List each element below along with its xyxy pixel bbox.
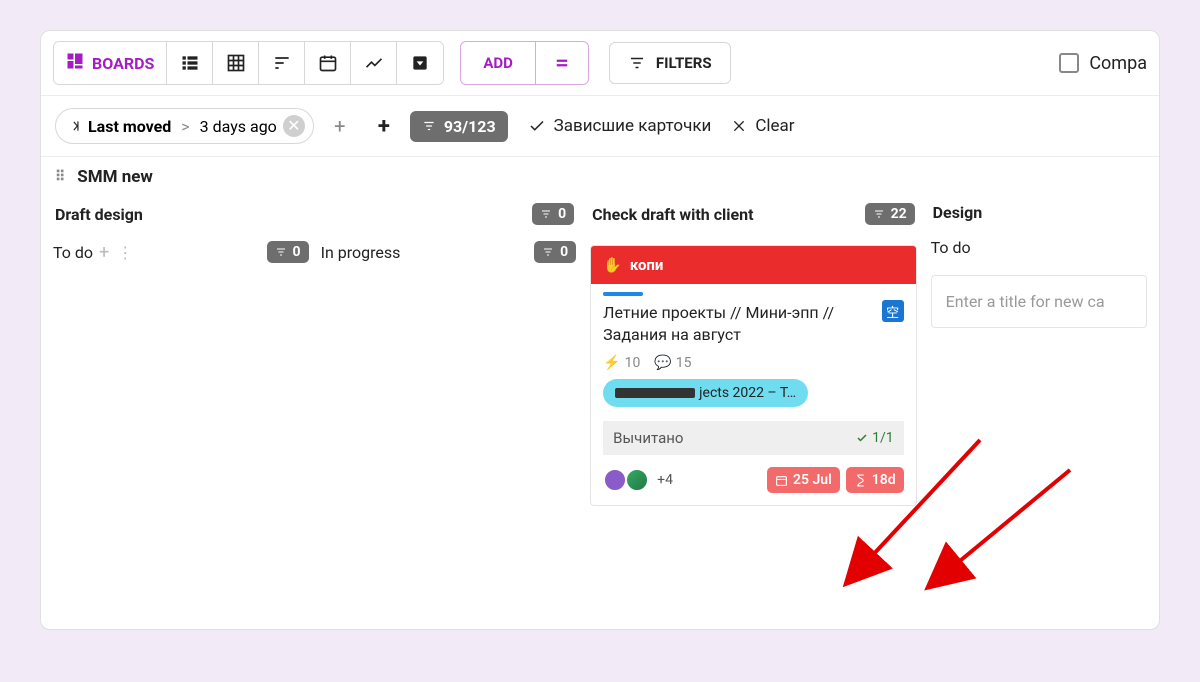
filters-button[interactable]: FILTERS — [609, 42, 731, 84]
view-sort-button[interactable] — [259, 42, 305, 84]
view-grid-button[interactable] — [213, 42, 259, 84]
column-draft-design: Draft design 0 To do + ⋮ — [53, 197, 576, 506]
column-title: Check draft with client — [592, 205, 753, 224]
compare-toggle[interactable]: Compa — [1059, 53, 1147, 74]
view-chart-button[interactable] — [351, 42, 397, 84]
subcolumn-header[interactable]: To do + ⋮ 0 — [53, 237, 309, 267]
due-date-badge[interactable]: 25 Jul — [767, 467, 840, 493]
age-text: 18d — [872, 472, 896, 488]
age-badge[interactable]: 18d — [846, 467, 904, 493]
new-card-input[interactable]: Enter a title for new ca — [931, 275, 1147, 328]
card-tag[interactable]: jects 2022 – T… — [603, 379, 808, 407]
close-icon[interactable]: ✕ — [283, 115, 305, 137]
filter-chip[interactable]: Last moved > 3 days ago ✕ — [55, 108, 314, 144]
board-header: ⠿ SMM new — [41, 157, 1159, 197]
card-progress — [591, 284, 915, 296]
checklist-row[interactable]: Вычитано 1/1 — [603, 421, 903, 455]
subcolumn-count-badge: 0 — [534, 241, 576, 263]
card-tag-row: jects 2022 – T… — [591, 375, 915, 411]
subcolumn-title: To do — [931, 238, 971, 257]
filter-count-badge[interactable]: 93/123 — [410, 111, 508, 142]
card-meta: ⚡ 10 💬 15 — [591, 345, 915, 375]
subcolumn-count-badge: 0 — [267, 241, 309, 263]
view-archive-button[interactable] — [397, 42, 443, 84]
column-count-badge: 22 — [865, 203, 915, 225]
board-columns: Draft design 0 To do + ⋮ — [41, 197, 1159, 506]
column-header[interactable]: Check draft with client 22 — [590, 197, 916, 231]
boards-icon — [66, 52, 84, 74]
column-count-badge: 0 — [532, 203, 574, 225]
view-boards-button[interactable]: BOARDS — [54, 42, 167, 84]
avatar[interactable] — [625, 468, 649, 492]
filter-row: Last moved > 3 days ago ✕ + + 93/123 Зав… — [41, 96, 1159, 157]
column-check-draft: Check draft with client 22 ✋ копи Летние… — [590, 197, 916, 506]
hand-icon: ✋ — [603, 256, 622, 274]
column-header[interactable]: Design — [931, 197, 1147, 228]
subcolumn-title: In progress — [321, 243, 401, 262]
top-toolbar: BOARDS ADD — [41, 31, 1159, 96]
filter-chip-value: 3 days ago — [200, 117, 277, 136]
card-title: Летние проекты // Мини-эпп // Задания на… — [591, 296, 881, 345]
card-type-badge: 空 — [882, 300, 904, 322]
filter-chip-field: Last moved — [88, 117, 171, 136]
effort-value: 10 — [625, 355, 641, 371]
new-card-placeholder: Enter a title for new ca — [946, 292, 1105, 311]
avatar[interactable] — [603, 468, 627, 492]
column-header[interactable]: Draft design 0 — [53, 197, 576, 231]
add-button[interactable]: ADD — [461, 42, 536, 84]
add-button-secondary[interactable]: + — [372, 114, 396, 138]
avatar-more[interactable]: +4 — [657, 472, 673, 488]
clear-filters-button[interactable]: Clear — [731, 116, 794, 136]
view-list-button[interactable] — [167, 42, 213, 84]
view-boards-label: BOARDS — [92, 54, 154, 73]
drag-handle-icon[interactable]: ⠿ — [55, 169, 67, 185]
comment-icon: 💬 — [654, 355, 671, 371]
add-more-button[interactable] — [536, 42, 588, 84]
column-title: Draft design — [55, 205, 143, 224]
subcolumn-todo: To do + ⋮ 0 — [53, 237, 309, 267]
add-button-group: ADD — [460, 41, 589, 85]
column-design: Design To do Enter a title for new ca — [931, 197, 1147, 506]
app-window: BOARDS ADD — [40, 30, 1160, 630]
comments-value: 15 — [676, 355, 692, 371]
view-calendar-button[interactable] — [305, 42, 351, 84]
saved-filter-button[interactable]: Зависшие карточки — [528, 116, 712, 136]
card[interactable]: ✋ копи Летние проекты // Мини-эпп // Зад… — [590, 245, 916, 506]
card-label-text: копи — [630, 256, 664, 274]
clear-filters-label: Clear — [755, 116, 794, 136]
filter-count-text: 93/123 — [444, 117, 496, 136]
view-switcher: BOARDS — [53, 41, 444, 85]
add-card-icon[interactable]: + — [99, 242, 109, 263]
effort-icon: ⚡ — [603, 355, 620, 371]
checkbox-icon — [1059, 53, 1079, 73]
add-filter-button[interactable]: + — [328, 114, 352, 138]
checklist-stat: 1/1 — [856, 430, 894, 446]
column-title: Design — [933, 203, 983, 222]
more-icon[interactable]: ⋮ — [117, 243, 133, 262]
checklist-label: Вычитано — [613, 429, 683, 447]
board-title: SMM new — [77, 167, 153, 187]
subcolumn-inprogress: In progress 0 — [321, 237, 577, 267]
card-footer: +4 25 Jul 18d — [591, 455, 915, 505]
card-label: ✋ копи — [591, 246, 915, 284]
subcolumn-title: To do — [53, 243, 93, 262]
filters-label: FILTERS — [656, 54, 712, 72]
subcolumn-header[interactable]: In progress 0 — [321, 237, 577, 267]
saved-filter-label: Зависшие карточки — [554, 116, 712, 136]
compare-label: Compa — [1089, 53, 1147, 74]
subcolumn-header[interactable]: To do — [931, 234, 1147, 261]
due-date-text: 25 Jul — [793, 472, 832, 488]
